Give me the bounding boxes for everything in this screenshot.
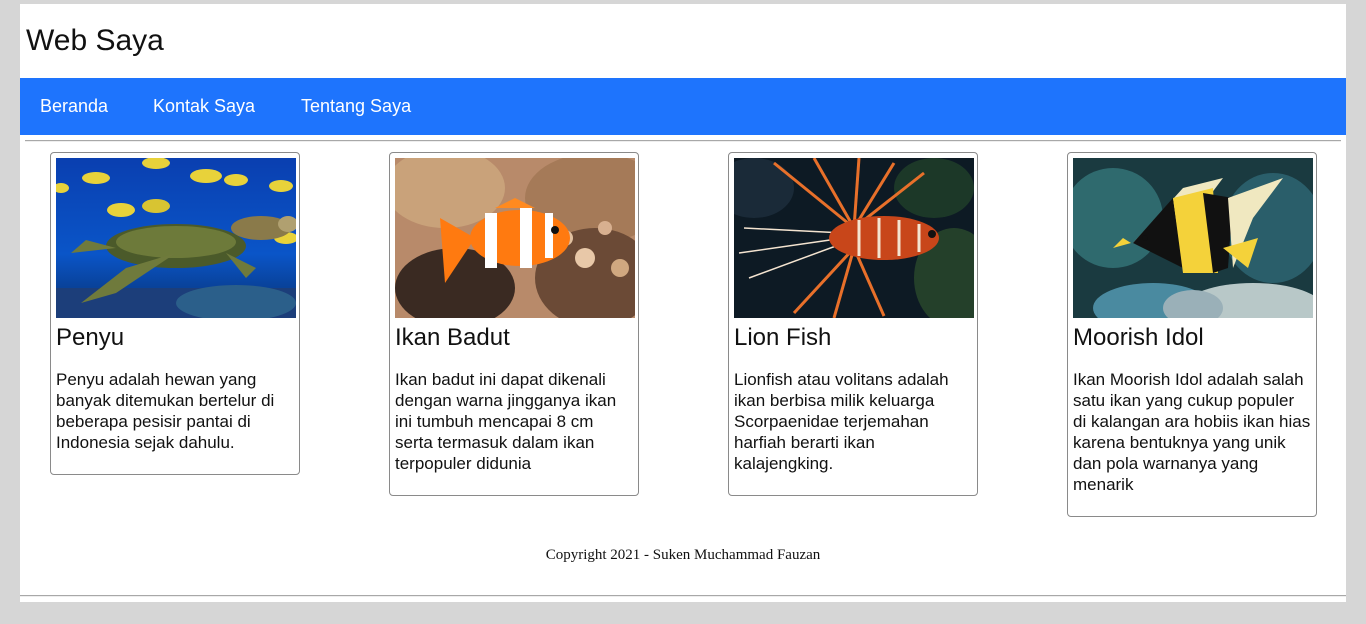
card-title: Ikan Badut — [395, 324, 510, 351]
clownfish-image — [395, 158, 635, 318]
moorish-idol-image — [1073, 158, 1313, 318]
navbar: Beranda Kontak Saya Tentang Saya — [20, 78, 1346, 135]
card-text: Penyu adalah hewan yang banyak ditemukan… — [56, 370, 275, 452]
card-text: Lionfish atau volitans adalah ikan berbi… — [734, 370, 949, 473]
nav-link-beranda[interactable]: Beranda — [40, 96, 108, 117]
card-title: Penyu — [56, 324, 125, 351]
card-lion-fish: Lion Fish Lionfish atau volitans adalah … — [728, 152, 978, 496]
bottom-divider — [20, 595, 1346, 597]
sea-turtle-image — [56, 158, 296, 318]
card-penyu: Penyu Penyu adalah hewan yang banyak dit… — [50, 152, 300, 475]
card-text: Ikan Moorish Idol adalah salah satu ikan… — [1073, 370, 1311, 494]
card-text: Ikan badut ini dapat dikenali dengan war… — [395, 370, 617, 473]
card-ikan-badut: Ikan Badut Ikan badut ini dapat dikenali… — [389, 152, 639, 496]
nav-link-kontak-saya[interactable]: Kontak Saya — [153, 96, 255, 117]
lionfish-image — [734, 158, 974, 318]
site-title: Web Saya — [26, 24, 164, 57]
card-title: Moorish Idol — [1073, 324, 1204, 351]
card-moorish-idol: Moorish Idol Ikan Moorish Idol adalah sa… — [1067, 152, 1317, 517]
top-divider — [25, 140, 1341, 142]
footer-copyright: Copyright 2021 - Suken Muchammad Fauzan — [545, 547, 821, 563]
page-container: Web Saya Beranda Kontak Saya Tentang Say… — [20, 4, 1346, 602]
card-title: Lion Fish — [734, 324, 832, 351]
nav-link-tentang-saya[interactable]: Tentang Saya — [301, 96, 411, 117]
